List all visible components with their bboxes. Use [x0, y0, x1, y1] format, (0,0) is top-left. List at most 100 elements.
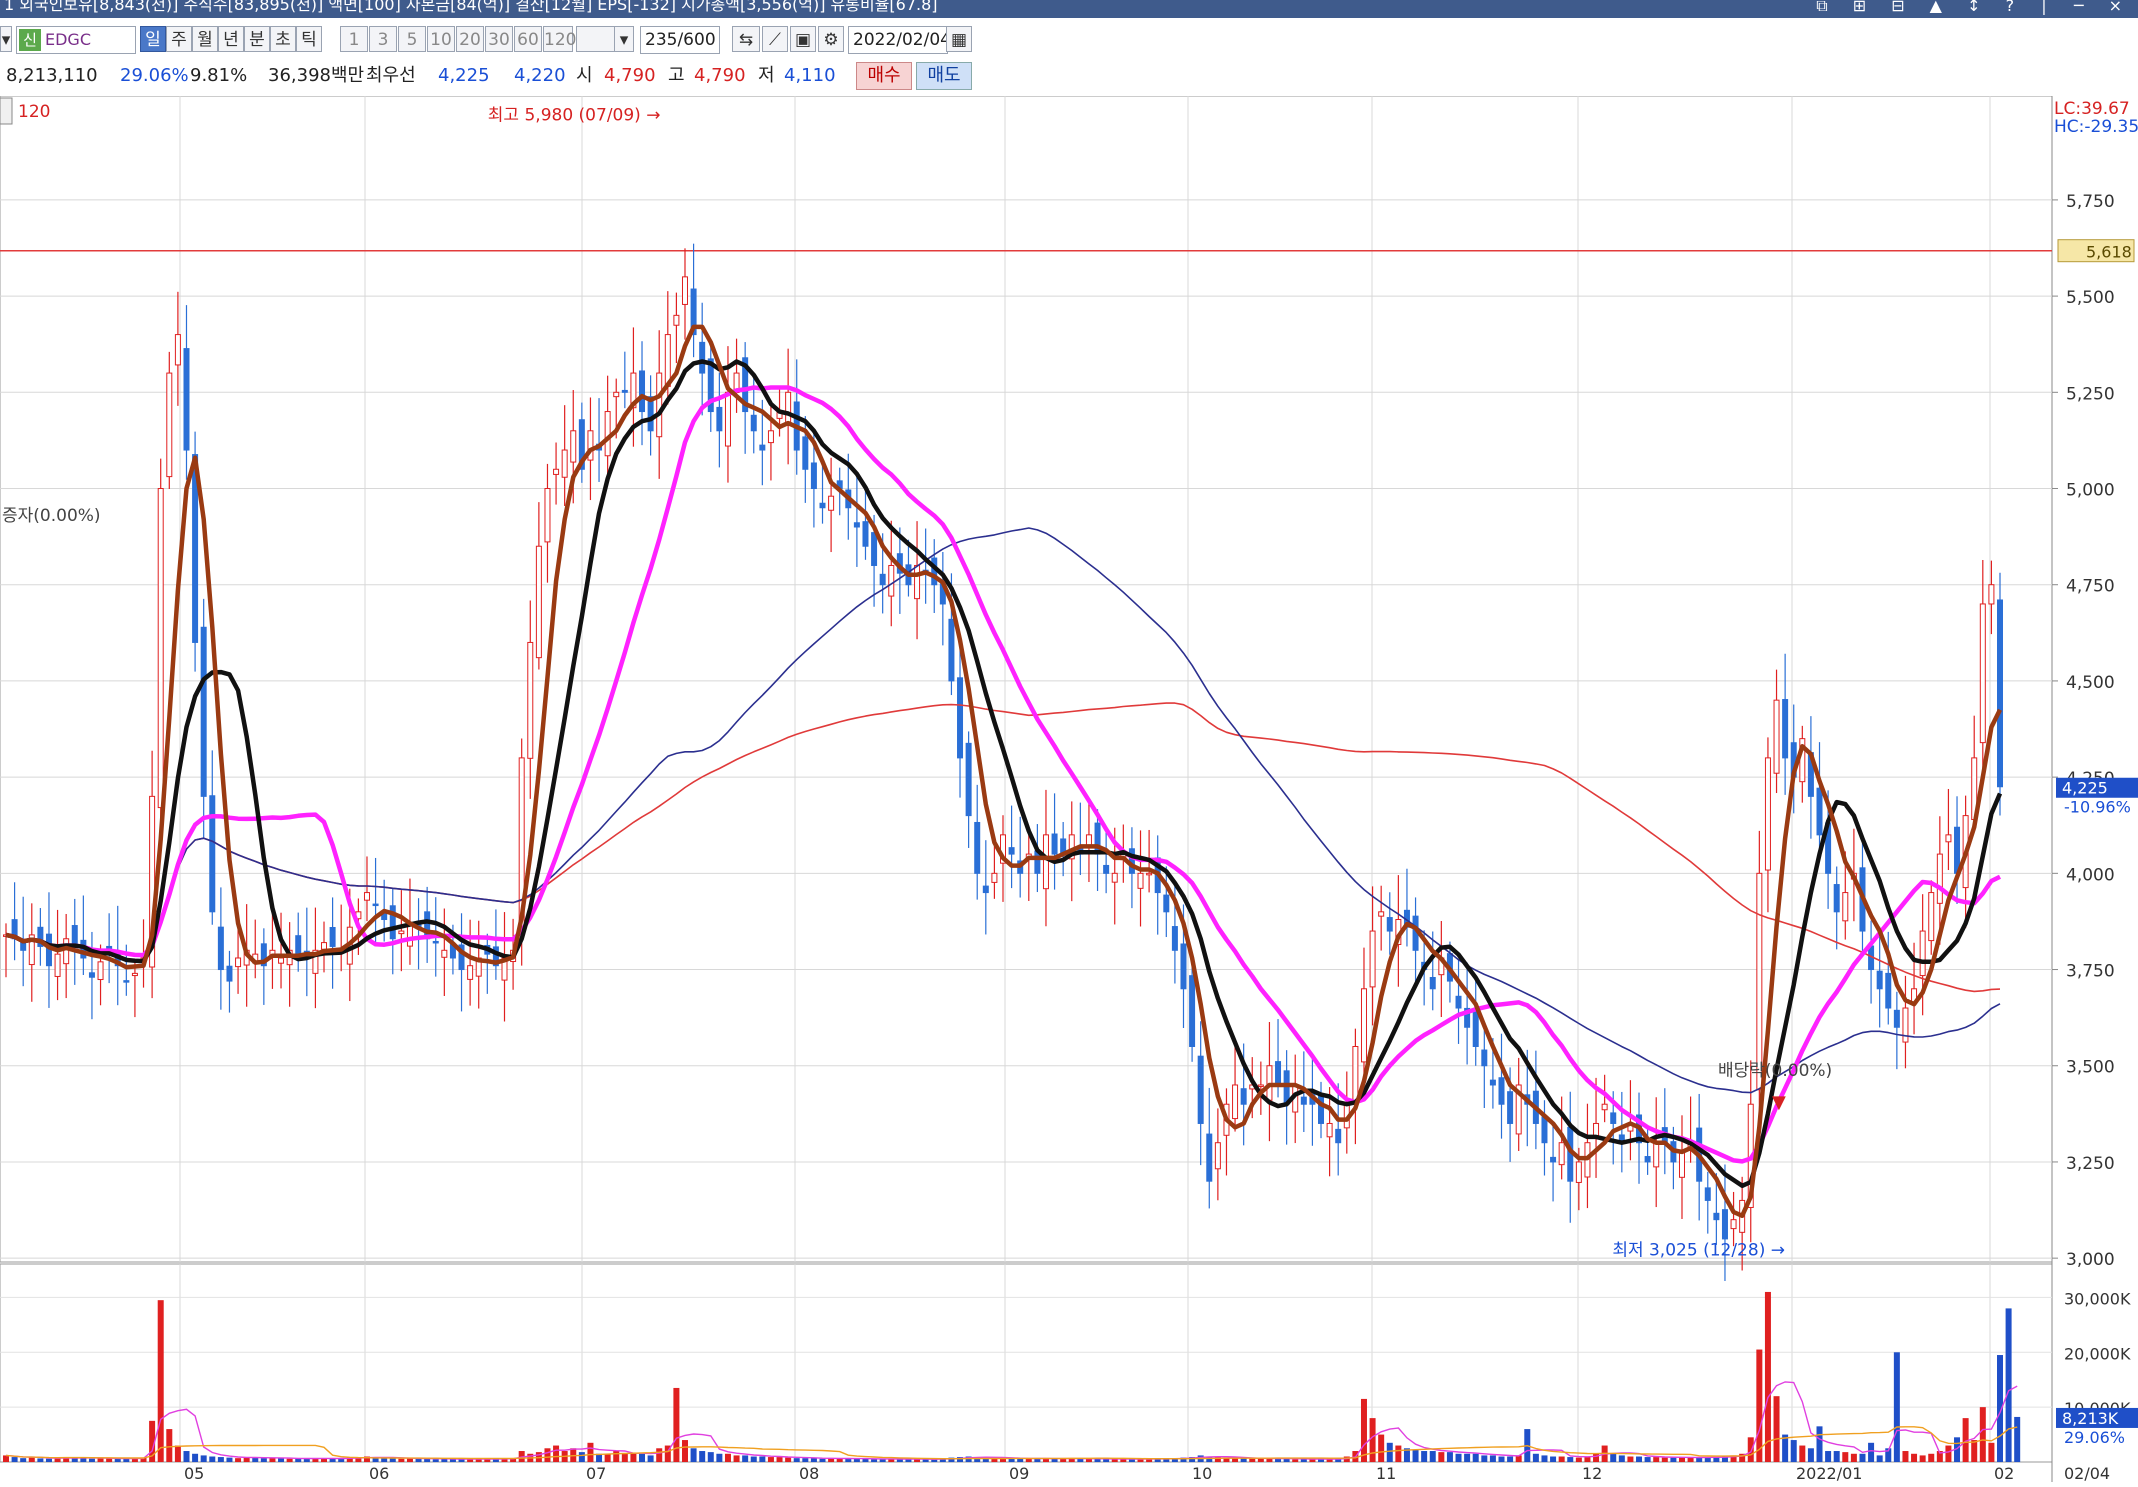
volume-bar — [1919, 1455, 1926, 1462]
period-button-0[interactable]: 일 — [140, 26, 166, 52]
candle-body — [828, 495, 835, 511]
stock-chart[interactable]: 5,7505,5005,2505,0004,7504,5004,2504,000… — [0, 95, 2138, 1483]
interval-button-3[interactable]: 3 — [369, 26, 397, 52]
left-event-annotation: 증자(0.00%) — [2, 506, 101, 526]
volume-bar — [1868, 1442, 1875, 1462]
count-field[interactable]: 235/600 — [640, 26, 720, 54]
candle-body — [982, 885, 989, 894]
volume-bar — [389, 1458, 396, 1462]
date-tick-label: 05 — [184, 1464, 204, 1482]
line-tool-icon[interactable]: ⟋ — [762, 26, 788, 52]
price-tick-label: 3,500 — [2066, 1058, 2115, 1078]
volume-bar — [1696, 1457, 1703, 1462]
dividend-arrow-icon: ▼ — [1772, 1092, 1786, 1113]
price-tick-label: 3,750 — [2066, 962, 2115, 982]
hc-label: HC:-29.35 — [2054, 117, 2138, 137]
candle-body — [1360, 988, 1367, 1063]
buy-button[interactable]: 매수 — [856, 62, 912, 90]
current-change-label: -10.96% — [2064, 798, 2131, 817]
candle-body — [372, 903, 379, 907]
period-button-1[interactable]: 주 — [166, 26, 192, 52]
candle-body — [604, 411, 611, 457]
date-field[interactable]: 2022/02/04 — [848, 26, 951, 54]
calendar-icon[interactable]: ▦ — [946, 26, 972, 52]
volume-bar — [621, 1453, 628, 1462]
volume-bar — [415, 1458, 422, 1462]
gear-icon[interactable]: ⚙ — [818, 26, 844, 52]
volume-bar — [174, 1445, 181, 1462]
volume-bar — [1429, 1451, 1436, 1462]
volume-bar — [260, 1458, 267, 1462]
window-controls-icon[interactable]: ⧉ ⊞ ⊟ ▲ ↕ ? │ ─ × — [1816, 0, 2132, 14]
candle-body — [1997, 599, 2003, 788]
interval-button-30[interactable]: 30 — [485, 26, 513, 52]
candle-body — [278, 957, 285, 964]
volume-bar — [432, 1459, 439, 1462]
volume-bar — [750, 1456, 757, 1462]
candle-body — [467, 965, 474, 980]
volume-bar — [639, 1453, 646, 1462]
quote-low: 4,110 — [784, 65, 836, 86]
candle-settings-icon[interactable]: ⇆ — [732, 26, 760, 52]
candle-body — [63, 938, 70, 965]
candle-body — [862, 521, 869, 547]
volume-bar — [836, 1458, 843, 1462]
candle-body — [621, 389, 628, 393]
candle-body — [1936, 853, 1943, 904]
period-button-6[interactable]: 틱 — [296, 26, 322, 52]
candle-body — [1206, 1133, 1213, 1182]
volume-bar — [785, 1457, 792, 1462]
interval-button-120[interactable]: 120 — [543, 26, 576, 52]
volume-bar — [80, 1458, 87, 1462]
interval-button-10[interactable]: 10 — [427, 26, 455, 52]
volume-bar — [1593, 1453, 1600, 1462]
interval-dropdown-icon[interactable]: ▾ — [614, 26, 634, 52]
candle-body — [767, 430, 774, 444]
volume-bar — [1541, 1455, 1548, 1462]
volume-bar — [656, 1448, 663, 1462]
sell-button[interactable]: 매도 — [916, 62, 972, 90]
code-dropdown-icon[interactable]: ▾ — [0, 26, 12, 52]
candle-body — [1352, 1046, 1359, 1103]
candle-body — [123, 980, 130, 983]
price-tick-label: 3,250 — [2066, 1154, 2115, 1174]
period-button-5[interactable]: 초 — [270, 26, 296, 52]
volume-pane-frame — [0, 1263, 2053, 1463]
interval-button-1[interactable]: 1 — [340, 26, 368, 52]
candle-body — [1171, 926, 1178, 951]
candle-body — [716, 406, 723, 432]
volume-bar — [1627, 1456, 1634, 1462]
volume-bar — [1636, 1456, 1643, 1462]
volume-bar — [97, 1458, 104, 1462]
current-volume-label: 8,213K — [2062, 1409, 2119, 1428]
interval-button-5[interactable]: 5 — [398, 26, 426, 52]
candle-body — [974, 821, 981, 874]
chart-canvas[interactable]: 5,7505,5005,2505,0004,7504,5004,2504,000… — [0, 95, 2138, 1483]
candle-body — [1189, 975, 1196, 1048]
save-icon[interactable]: ▣ — [790, 26, 816, 52]
candle-body — [88, 972, 95, 978]
volume-bar — [1644, 1457, 1651, 1462]
candle-body — [398, 930, 405, 935]
period-button-4[interactable]: 분 — [244, 26, 270, 52]
volume-bar — [1747, 1437, 1754, 1462]
stock-code-field[interactable]: 신 EDGC — [16, 26, 136, 54]
period-button-3[interactable]: 년 — [218, 26, 244, 52]
candle-body — [810, 462, 817, 490]
candle-body — [1541, 1116, 1548, 1144]
volume-bar — [1369, 1418, 1376, 1462]
candle-body — [1378, 911, 1385, 917]
volume-bar — [183, 1451, 190, 1462]
candle-body — [1214, 1142, 1221, 1170]
period-button-2[interactable]: 월 — [192, 26, 218, 52]
candle-body — [819, 502, 826, 509]
candle-body — [871, 532, 878, 566]
candle-body — [1876, 970, 1883, 990]
candle-body — [853, 522, 860, 528]
candle-body — [914, 564, 921, 600]
interval-button-20[interactable]: 20 — [456, 26, 484, 52]
interval-button-60[interactable]: 60 — [514, 26, 542, 52]
volume-bar — [1618, 1455, 1625, 1462]
volume-bar — [1489, 1455, 1496, 1462]
volume-bar — [243, 1457, 250, 1462]
